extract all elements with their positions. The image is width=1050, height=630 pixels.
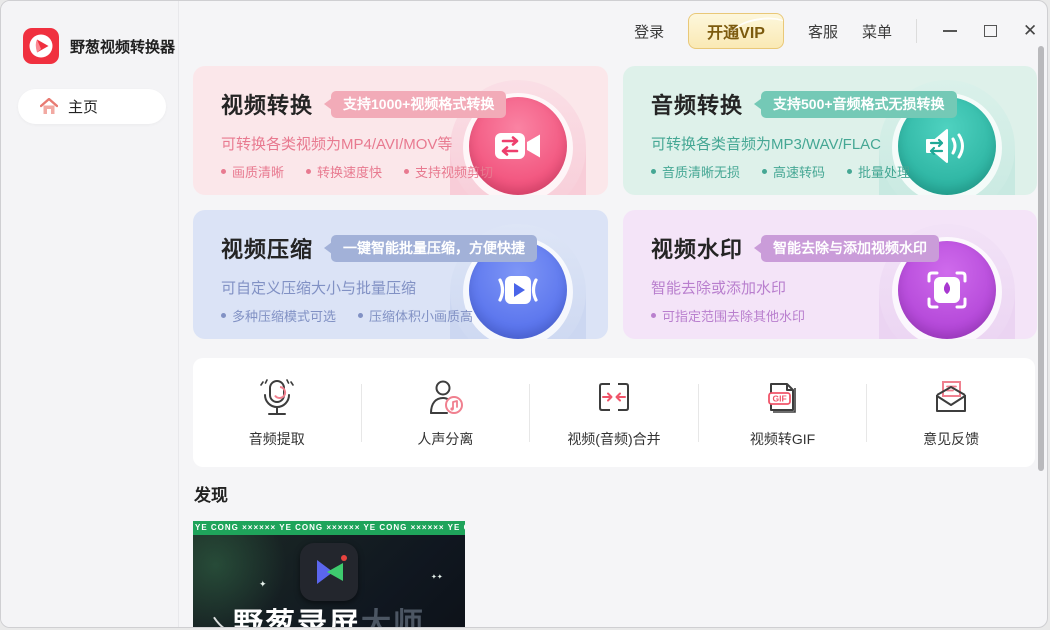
card-audio-convert[interactable]: 音频转换 支持500+音频格式无损转换 可转换各类音频为MP3/WAV/FLAC… xyxy=(623,66,1037,195)
support-link[interactable]: 客服 xyxy=(808,21,838,42)
tool-label: 意见反馈 xyxy=(923,429,979,449)
card-badge: 一键智能批量压缩，方便快捷 xyxy=(331,235,537,262)
tool-label: 人声分离 xyxy=(417,429,473,449)
thumbnail-video-title: 野葱录屏大师 xyxy=(193,599,465,628)
card-badge: 支持500+音频格式无损转换 xyxy=(761,91,957,118)
sidebar-item-home[interactable]: 主页 xyxy=(18,89,166,124)
card-video-watermark[interactable]: 视频水印 智能去除与添加视频水印 智能去除或添加水印 可指定范围去除其他水印 xyxy=(623,210,1037,339)
card-title: 视频压缩 xyxy=(221,232,313,264)
sidebar: 野葱视频转换器 主页 xyxy=(1,1,179,627)
card-video-compress[interactable]: 视频压缩 一键智能批量压缩，方便快捷 可自定义压缩大小与批量压缩 多种压缩模式可… xyxy=(193,210,608,339)
card-description: 可转换各类视频为MP4/AVI/MOV等 xyxy=(221,133,452,154)
card-title: 视频转换 xyxy=(221,88,313,120)
vocal-separate-icon xyxy=(423,376,467,420)
tool-merge[interactable]: 视频(音频)合并 xyxy=(530,376,698,449)
svg-text:GIF: GIF xyxy=(772,394,786,404)
app-title: 野葱视频转换器 xyxy=(70,36,175,57)
tool-vocal-separation[interactable]: 人声分离 xyxy=(362,376,530,449)
minimize-icon[interactable] xyxy=(943,24,957,38)
card-badge: 智能去除与添加视频水印 xyxy=(761,235,939,262)
tool-feedback[interactable]: 意见反馈 xyxy=(867,376,1035,449)
card-badge: 支持1000+视频格式转换 xyxy=(331,91,506,118)
feedback-icon xyxy=(929,376,973,420)
tool-label: 视频转GIF xyxy=(750,429,815,449)
menu-link[interactable]: 菜单 xyxy=(862,21,892,42)
card-bullets: 可指定范围去除其他水印 xyxy=(651,306,805,325)
merge-icon xyxy=(592,376,636,420)
titlebar-divider xyxy=(916,19,917,43)
sparkle-icon: ✦✦ xyxy=(431,573,443,581)
sparkle-icon: ✦ xyxy=(259,579,267,590)
tool-video-to-gif[interactable]: GIF 视频转GIF xyxy=(699,376,867,449)
window-controls: ✕ xyxy=(943,24,1037,38)
card-description: 可转换各类音频为MP3/WAV/FLAC xyxy=(651,133,881,154)
vertical-scrollbar-thumb[interactable] xyxy=(1038,46,1044,471)
thumbnail-banner: YE CONG ×××××× YE CONG ×××××× YE CONG ××… xyxy=(193,521,465,535)
card-bullets: 音质清晰无损 高速转码 批量处理 xyxy=(651,162,910,181)
tool-label: 音频提取 xyxy=(249,429,305,449)
app-window: 登录 开通VIP 客服 菜单 ✕ 野葱视频转换器 xyxy=(0,0,1048,628)
titlebar: 登录 开通VIP 客服 菜单 ✕ xyxy=(601,1,1037,61)
card-description: 智能去除或添加水印 xyxy=(651,277,786,298)
sidebar-item-home-label: 主页 xyxy=(68,96,98,117)
card-bullets: 画质清晰 转换速度快 支持视频剪切 xyxy=(221,162,493,181)
tool-audio-extract[interactable]: 音频提取 xyxy=(193,376,361,449)
maximize-icon[interactable] xyxy=(983,24,997,38)
close-icon[interactable]: ✕ xyxy=(1023,24,1037,38)
home-icon xyxy=(40,98,58,115)
tool-row: 音频提取 人声分离 视频(音频)合并 xyxy=(193,358,1035,467)
card-title: 音频转换 xyxy=(651,88,743,120)
card-bullets: 多种压缩模式可选 压缩体积小画质高 xyxy=(221,306,473,325)
card-title: 视频水印 xyxy=(651,232,743,264)
discover-video-thumbnail[interactable]: YE CONG ×××××× YE CONG ×××××× YE CONG ××… xyxy=(193,521,465,628)
gif-icon: GIF xyxy=(761,376,805,420)
discover-heading: 发现 xyxy=(194,481,228,506)
app-logo-icon xyxy=(23,28,59,64)
microphone-icon xyxy=(255,376,299,420)
login-link[interactable]: 登录 xyxy=(634,21,664,42)
card-description: 可自定义压缩大小与批量压缩 xyxy=(221,277,416,298)
open-vip-button[interactable]: 开通VIP xyxy=(688,13,784,49)
app-logo-row: 野葱视频转换器 xyxy=(23,28,175,64)
screen-recorder-logo-icon xyxy=(300,543,358,601)
tool-label: 视频(音频)合并 xyxy=(567,429,660,449)
card-video-convert[interactable]: 视频转换 支持1000+视频格式转换 可转换各类视频为MP4/AVI/MOV等 … xyxy=(193,66,608,195)
